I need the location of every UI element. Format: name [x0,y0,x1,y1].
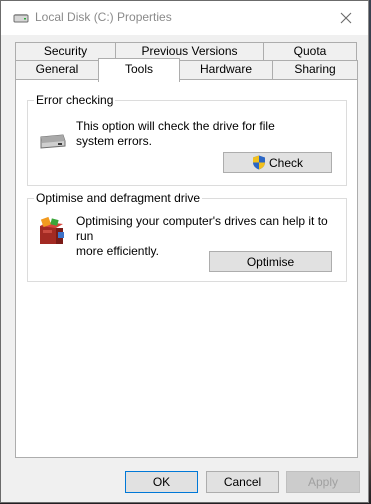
ok-button[interactable]: OK [125,471,198,493]
error-checking-description: This option will check the drive for fil… [76,119,275,148]
check-button[interactable]: Check [223,152,332,173]
check-button-label: Check [268,155,303,170]
cancel-button[interactable]: Cancel [206,471,279,493]
optimise-title: Optimise and defragment drive [34,191,203,205]
optimise-button-label: Optimise [246,254,295,269]
drive-icon [13,14,29,23]
cancel-button-label: Cancel [223,475,262,489]
apply-button[interactable]: Apply [286,471,360,493]
tab-tools[interactable]: Tools [98,58,180,82]
tab-sharing[interactable]: Sharing [272,60,358,80]
tab-quota[interactable]: Quota [263,42,357,60]
tab-strip: Security Previous Versions Quota General… [15,42,358,82]
close-button[interactable] [324,1,368,35]
tab-hardware[interactable]: Hardware [179,60,273,80]
title-bar[interactable]: Local Disk (C:) Properties [1,1,368,35]
defragment-icon [40,216,64,244]
window-title: Local Disk (C:) Properties [35,10,172,24]
tab-general[interactable]: General [15,60,99,80]
ok-button-label: OK [152,475,171,489]
uac-shield-icon [252,155,265,170]
error-checking-title: Error checking [34,93,116,107]
optimise-button[interactable]: Optimise [209,251,332,272]
hard-drive-icon [40,134,66,149]
properties-window: Local Disk (C:) Properties Security Prev… [0,0,369,503]
apply-button-label: Apply [307,475,339,489]
optimise-group: Optimise and defragment drive Optimising… [27,191,347,282]
close-icon [340,12,352,24]
tools-tab-panel: Error checking This option will check th… [15,79,358,458]
error-checking-group: Error checking This option will check th… [27,93,347,186]
